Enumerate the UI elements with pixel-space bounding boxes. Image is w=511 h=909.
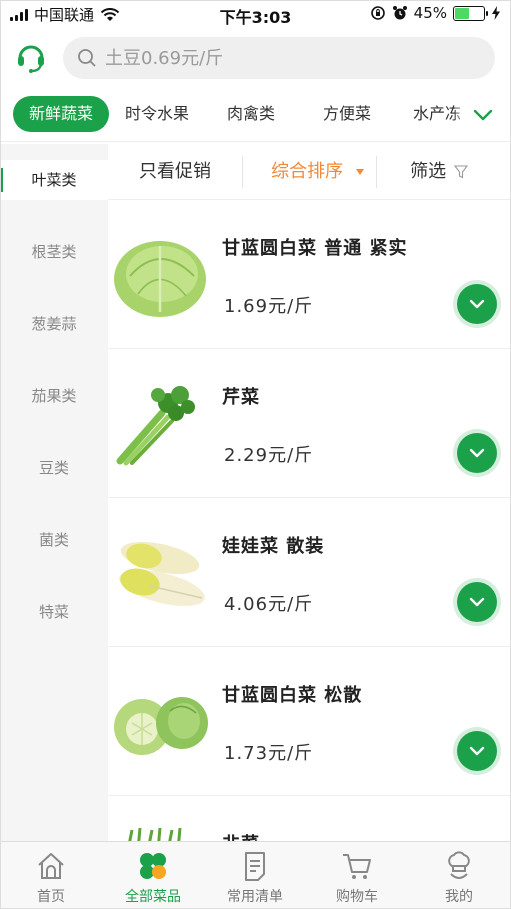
nav-label: 购物车: [336, 889, 378, 905]
sidebar-item-leafy[interactable]: 叶菜类: [0, 160, 108, 200]
search-input[interactable]: [105, 47, 475, 69]
sidebar-item-beans[interactable]: 豆类: [0, 448, 108, 488]
product-price: 1.73元/斤: [224, 743, 314, 764]
cabbage-image: [114, 241, 206, 317]
chevron-down-icon: [469, 448, 485, 458]
product-name: 芹菜: [222, 387, 260, 408]
alarm-icon: [392, 6, 407, 20]
subcategory-sidebar: 叶菜类 根茎类 葱姜蒜 茄果类 豆类 菌类 特菜: [0, 144, 108, 841]
chef-hat-icon: [448, 851, 470, 879]
product-price: 4.06元/斤: [224, 594, 314, 615]
nav-label: 我的: [445, 889, 473, 905]
bottom-nav: 首页 全部菜品 常用清单 购物车 我的: [0, 841, 511, 909]
add-to-cart-button[interactable]: [457, 284, 497, 324]
sidebar-item-fruit-veg[interactable]: 茄果类: [0, 376, 108, 416]
promo-only-filter[interactable]: 只看促销: [128, 144, 222, 200]
tab-meat-poultry[interactable]: 肉禽类: [218, 96, 284, 132]
sidebar-item-special[interactable]: 特菜: [0, 592, 108, 632]
status-right: 45%: [370, 4, 501, 22]
chives-image: [128, 827, 182, 841]
loose-cabbage-image: [114, 697, 208, 755]
celery-image: [116, 386, 195, 466]
sidebar-item-onion-ginger-garlic[interactable]: 葱姜蒜: [0, 304, 108, 344]
tab-fresh-vegetables[interactable]: 新鲜蔬菜: [13, 96, 109, 132]
chevron-down-icon: [469, 597, 485, 607]
battery-percent: 45%: [413, 4, 447, 22]
chevron-down-icon: [469, 299, 485, 309]
caret-down-icon: [355, 169, 364, 175]
chevron-down-icon: [469, 746, 485, 756]
nav-home[interactable]: 首页: [0, 848, 102, 908]
tab-convenience-dishes[interactable]: 方便菜: [314, 96, 380, 132]
tab-seasonal-fruits[interactable]: 时令水果: [118, 96, 196, 132]
search-row: [0, 36, 511, 80]
product-item[interactable]: 甘蓝圆白菜 松散 1.73元/斤: [108, 647, 511, 796]
filter-divider: [242, 156, 243, 188]
all-dishes-icon: [140, 853, 166, 879]
product-item[interactable]: 娃娃菜 散装 4.06元/斤: [108, 498, 511, 647]
nav-label: 首页: [37, 889, 65, 905]
search-box[interactable]: [63, 37, 495, 79]
headset-icon[interactable]: [14, 40, 48, 74]
battery-fill: [455, 7, 469, 19]
product-name: 甘蓝圆白菜 普通 紧实: [222, 238, 408, 259]
product-price: 2.29元/斤: [224, 445, 314, 466]
add-to-cart-button[interactable]: [457, 731, 497, 771]
baby-cabbage-image: [119, 541, 205, 607]
nav-label: 全部菜品: [125, 889, 181, 905]
category-tabs: 新鲜蔬菜 时令水果 肉禽类 方便菜 水产冻: [0, 96, 511, 136]
product-item[interactable]: 韭菜: [108, 796, 511, 841]
rotation-lock-icon: [370, 6, 385, 20]
filter-button[interactable]: 筛选: [404, 144, 474, 200]
product-item[interactable]: 芹菜 2.29元/斤: [108, 349, 511, 498]
nav-frequent-list[interactable]: 常用清单: [204, 848, 306, 908]
nav-cart[interactable]: 购物车: [306, 848, 408, 908]
sort-label: 综合排序: [271, 161, 344, 182]
sidebar-item-root[interactable]: 根茎类: [0, 232, 108, 272]
nav-profile[interactable]: 我的: [408, 848, 510, 908]
chevron-down-icon: [473, 109, 493, 121]
expand-categories-button[interactable]: [455, 96, 511, 134]
charging-icon: [492, 6, 500, 20]
search-icon: [78, 49, 96, 67]
filter-bar: 只看促销 综合排序 筛选: [108, 144, 511, 200]
sidebar-item-mushrooms[interactable]: 菌类: [0, 520, 108, 560]
nav-label: 常用清单: [227, 889, 283, 905]
product-name: 韭菜: [222, 830, 260, 841]
list-icon: [245, 852, 265, 881]
battery-icon: [453, 5, 488, 21]
sort-dropdown[interactable]: 综合排序: [258, 144, 378, 200]
product-list: 甘蓝圆白菜 普通 紧实 1.69元/斤 芹菜 2.29元/斤 娃娃菜 散装 4.…: [108, 200, 511, 841]
filter-label: 筛选: [410, 161, 447, 182]
add-to-cart-button[interactable]: [457, 582, 497, 622]
funnel-icon: [453, 165, 468, 179]
home-icon: [38, 853, 64, 879]
product-name: 娃娃菜 散装: [222, 536, 325, 557]
product-price: 1.69元/斤: [224, 296, 314, 317]
status-bar: 中国联通 下午3:03 45%: [0, 0, 511, 30]
tabs-divider: [0, 141, 511, 142]
filter-divider: [376, 156, 377, 188]
nav-all-dishes[interactable]: 全部菜品: [102, 848, 204, 908]
add-to-cart-button[interactable]: [457, 433, 497, 473]
product-name: 甘蓝圆白菜 松散: [222, 685, 363, 706]
product-item[interactable]: 甘蓝圆白菜 普通 紧实 1.69元/斤: [108, 200, 511, 349]
cart-icon: [343, 854, 371, 879]
